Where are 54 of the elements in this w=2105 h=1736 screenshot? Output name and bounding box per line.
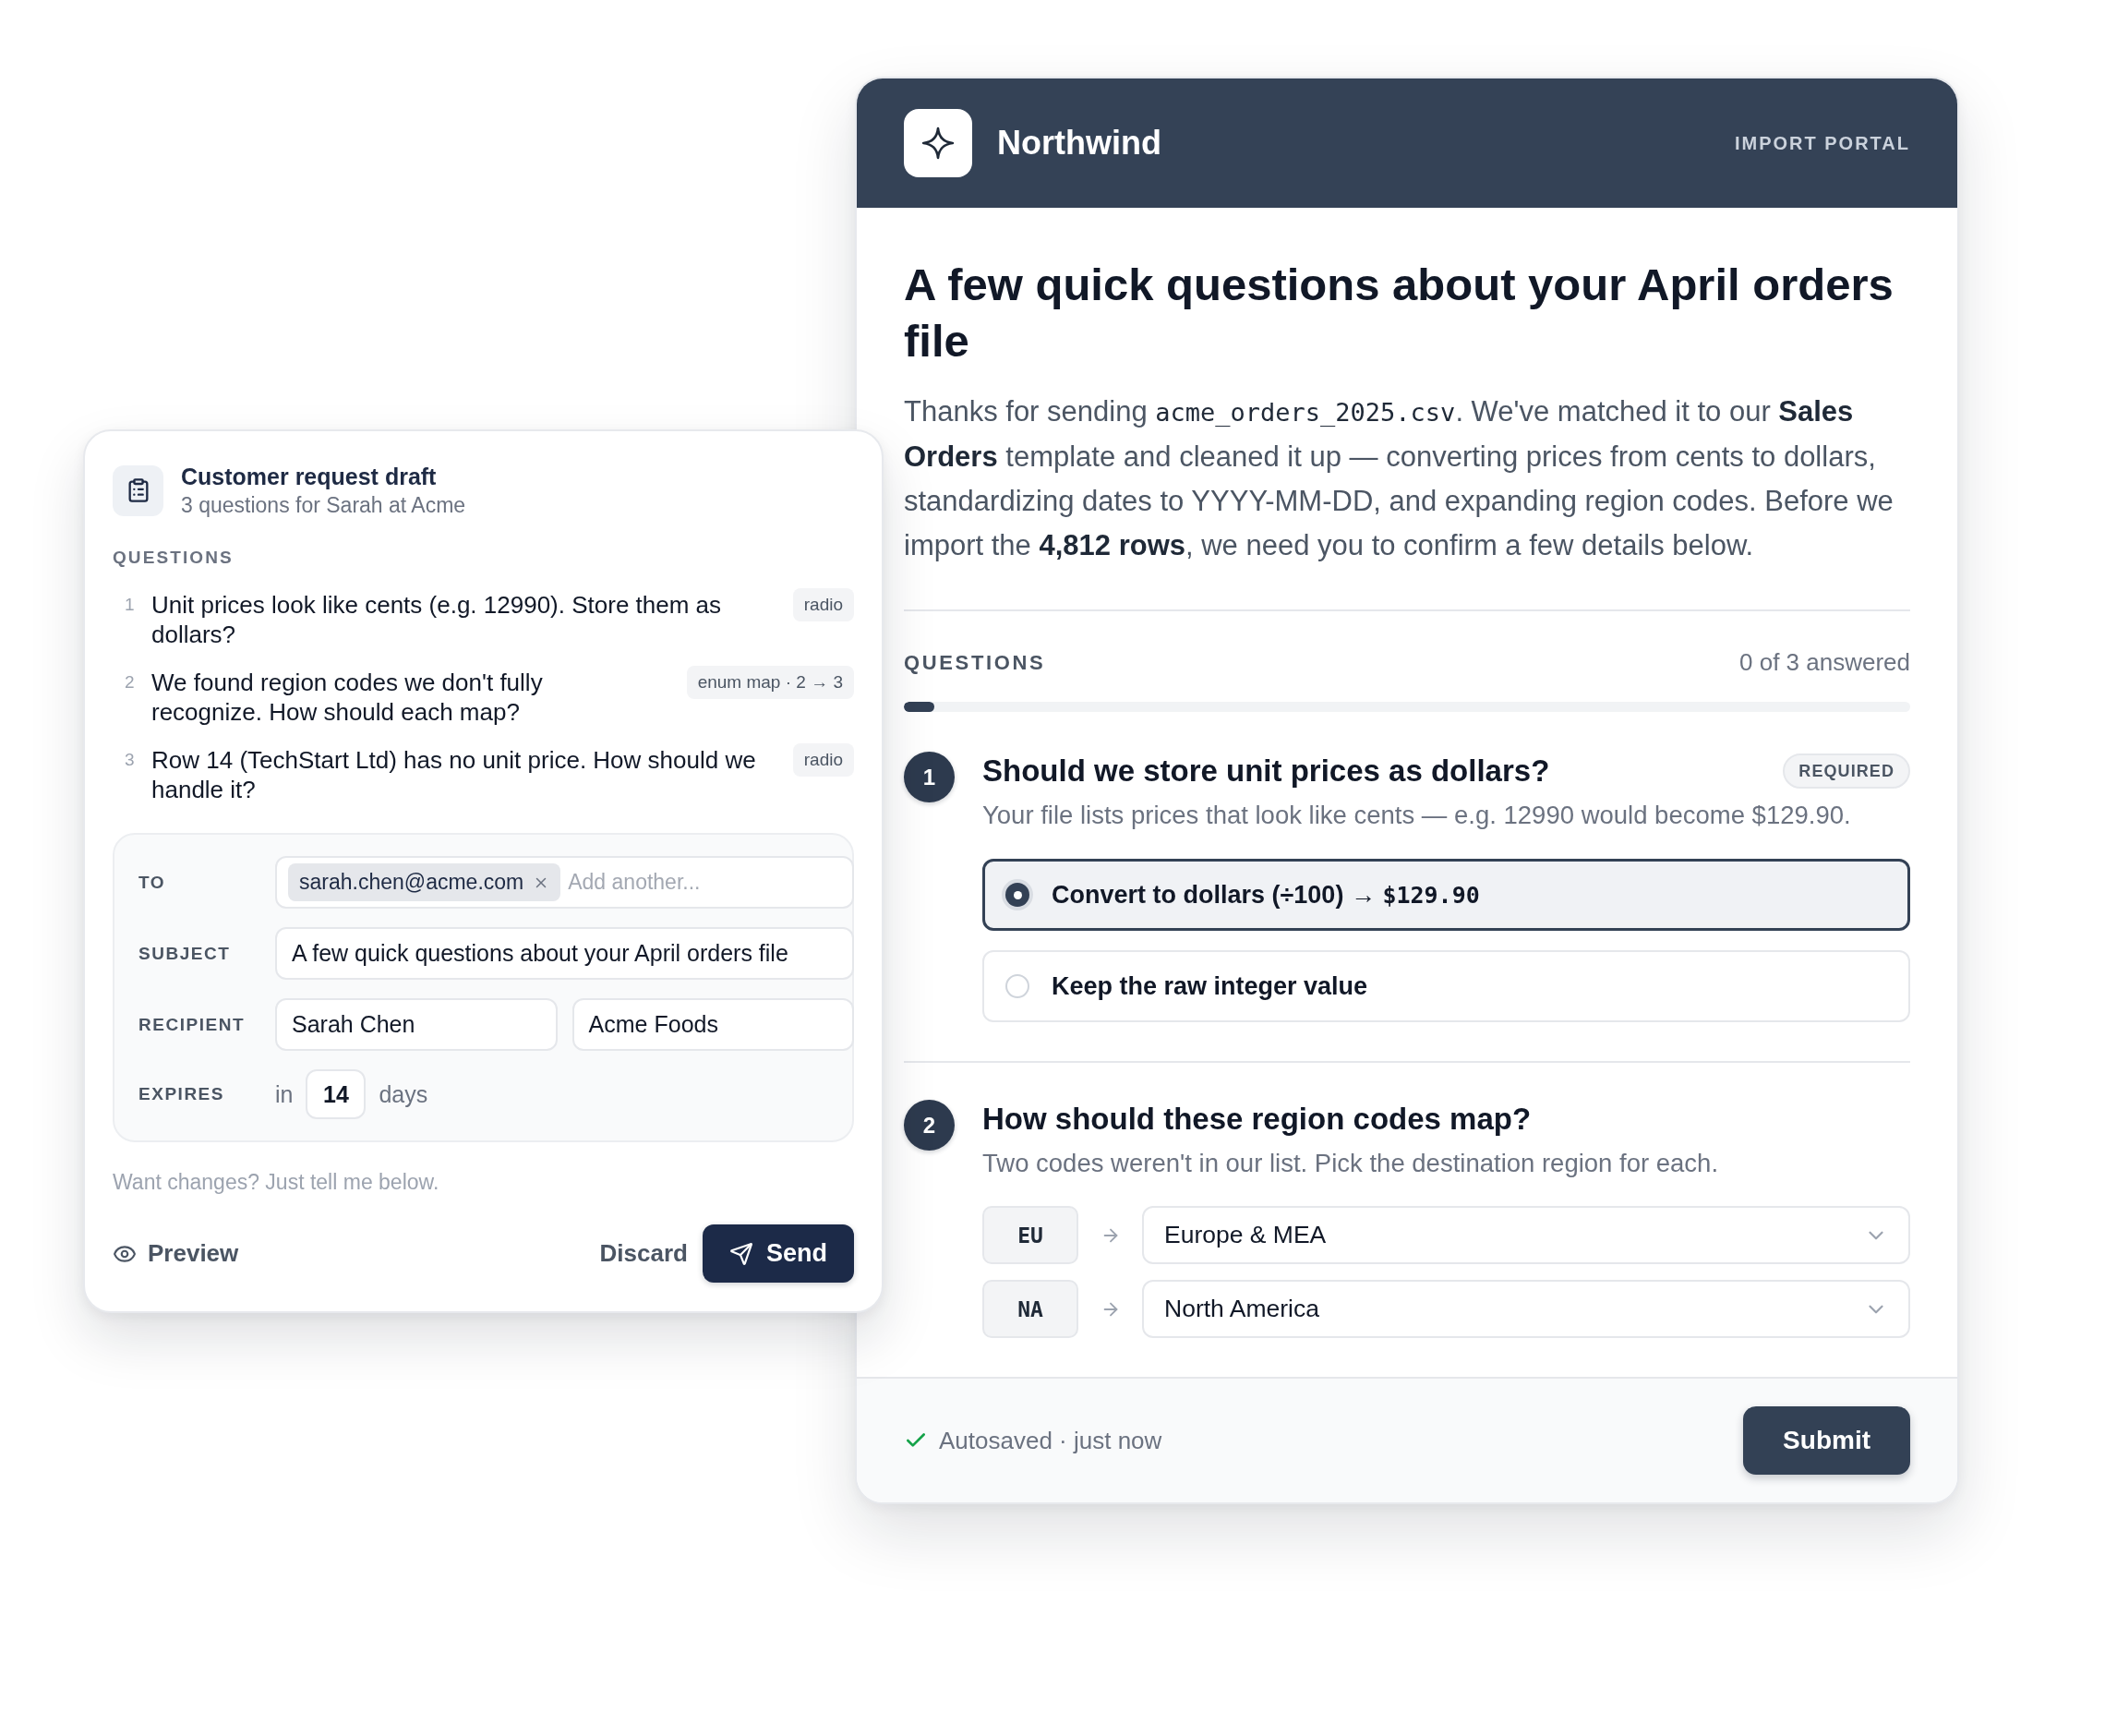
send-button[interactable]: Send (703, 1224, 854, 1283)
autosave-status: Autosaved · just now (939, 1426, 1162, 1455)
sparkle-icon (904, 109, 972, 177)
question-number: 3 (124, 749, 136, 771)
card-title: Customer request draft (181, 463, 438, 491)
brand-name: Northwind (997, 124, 1161, 163)
field-label: EXPIRES (138, 1084, 225, 1104)
question-text: Unit prices look like cents (e.g. 12990). Store them as dollars? (151, 590, 723, 649)
question-type-tag: enum map · 2 → 3 (686, 666, 854, 699)
region-code: NA (982, 1280, 1078, 1338)
discard-button[interactable]: Discard (599, 1239, 688, 1268)
section-label: QUESTIONS (113, 547, 235, 569)
question-hint: Your file lists prices that look like cents — e.g. 12990 would become $129.90. (982, 800, 1852, 831)
question-number: 2 (124, 671, 136, 693)
answer-option[interactable]: Keep the raw integer value (982, 950, 1910, 1022)
answer-option[interactable]: Convert to dollars (÷100) → $129.90 (982, 859, 1910, 931)
subject-field[interactable]: A few quick questions about your April orders file (275, 927, 855, 980)
question-number: 1 (124, 594, 136, 616)
question-text: We found region codes we don't fully recognize. How should each map? (151, 668, 544, 727)
question-type-tag: radio (792, 743, 854, 777)
field-label: TO (138, 872, 167, 893)
recipient-company-field[interactable]: Acme Foods (571, 998, 855, 1051)
step-number: 1 (904, 752, 955, 802)
card-subtitle: 3 questions for Sarah at Acme (181, 492, 466, 519)
section-label: QUESTIONS (904, 650, 1046, 675)
submit-button[interactable]: Submit (1743, 1406, 1910, 1475)
step-number: 2 (904, 1100, 955, 1151)
region-code: EU (982, 1206, 1078, 1264)
question-title: How should these region codes map? (982, 1101, 1532, 1138)
field-label: SUBJECT (138, 943, 232, 964)
portal-label: IMPORT PORTAL (1734, 132, 1910, 154)
page-title: A few quick questions about your April orders file (904, 259, 1894, 368)
region-select[interactable]: Europe & MEA (1142, 1206, 1910, 1264)
required-tag: REQUIRED (1783, 753, 1910, 789)
region-select[interactable]: North America (1142, 1280, 1910, 1338)
question-text: Row 14 (TechStart Ltd) has no unit price. How should we handle it? (151, 745, 757, 804)
field-label: RECIPIENT (138, 1014, 247, 1035)
clipboard-icon (113, 464, 163, 516)
question-hint: Two codes weren't in our list. Pick the destination region for each. (982, 1148, 1720, 1179)
question-type-tag: radio (792, 588, 854, 621)
question-title: Should we store unit prices as dollars? (982, 753, 1550, 790)
email-chip[interactable]: sarah.chen@acme.com (288, 863, 561, 901)
recipient-name-field[interactable]: Sarah Chen (275, 998, 558, 1051)
preview-button[interactable]: Preview (113, 1239, 239, 1268)
expires-suffix: days (379, 1080, 428, 1108)
recipients-field[interactable]: sarah.chen@acme.com Add another... (275, 856, 855, 909)
radio-button[interactable] (1005, 974, 1029, 998)
radio-button[interactable] (1005, 883, 1029, 907)
expires-prefix: in (275, 1080, 294, 1108)
days-field[interactable]: 14 (306, 1069, 367, 1119)
paper-plane-icon (729, 1241, 753, 1266)
answered-count: 0 of 3 answered (1739, 648, 1910, 677)
helper-text: Want changes? Just tell me below. (113, 1169, 440, 1195)
intro-text: Thanks for sending acme_orders_2025.csv. We've matched it to our Sales Orders template and cleaned it up — converting prices from cents to dollars, standardizing dates to YYYY-MM-DD, and expanding region codes. Before we import the 4,812 rows, we need you to confirm a few details below. (904, 394, 1894, 563)
